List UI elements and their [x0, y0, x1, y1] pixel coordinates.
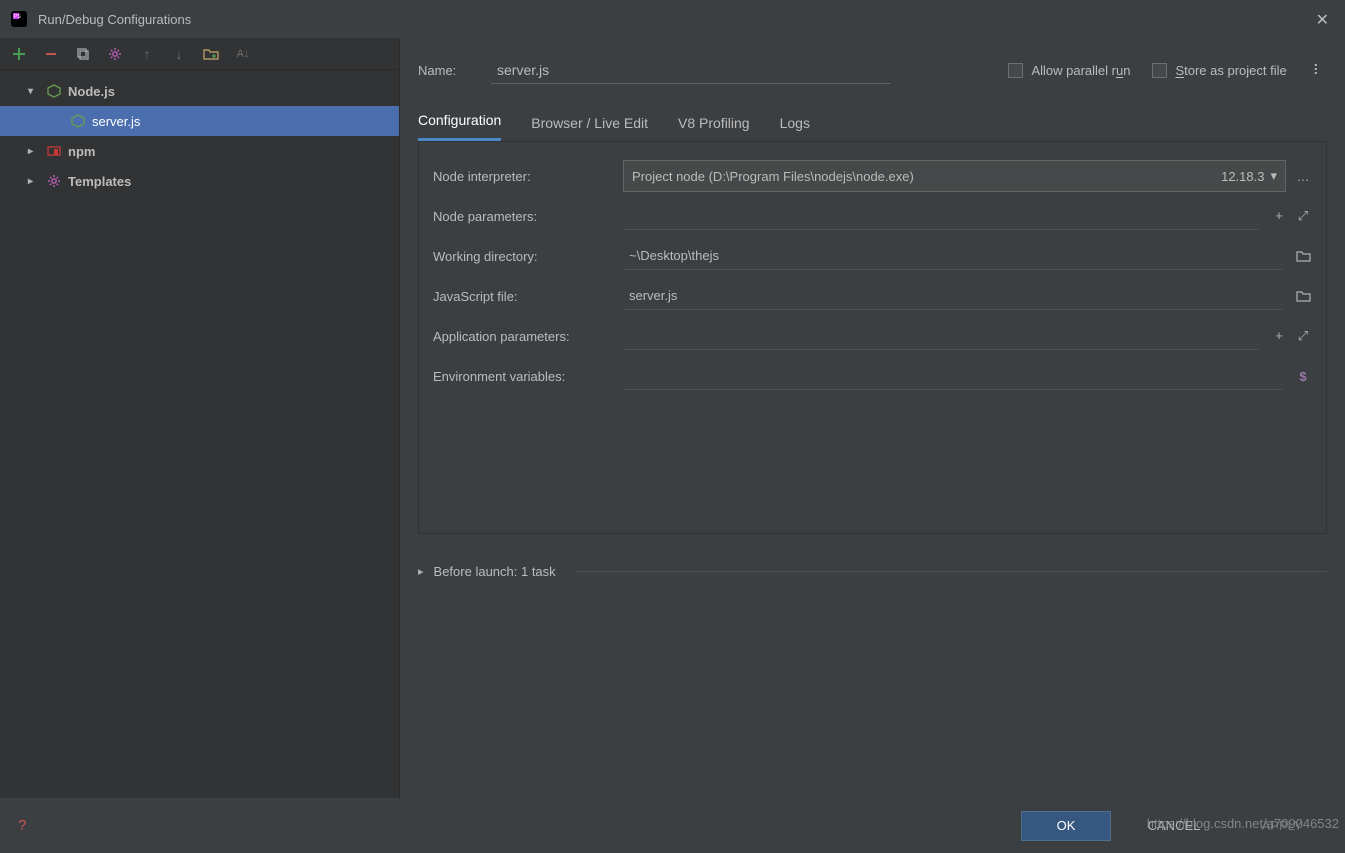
add-macro-icon[interactable]: +: [1270, 208, 1288, 224]
tabs: Configuration Browser / Live Edit V8 Pro…: [418, 102, 1327, 142]
tab-v8-profiling[interactable]: V8 Profiling: [678, 115, 750, 141]
node-interpreter-label: Node interpreter:: [433, 169, 613, 184]
env-vars-dialog-icon[interactable]: $: [1294, 369, 1312, 384]
tab-browser-live-edit[interactable]: Browser / Live Edit: [531, 115, 648, 141]
tab-configuration[interactable]: Configuration: [418, 112, 501, 141]
tree-node-npm[interactable]: ▸ npm: [0, 136, 399, 166]
tree-node-serverjs[interactable]: server.js: [0, 106, 399, 136]
application-parameters-input[interactable]: [623, 322, 1258, 350]
gear-icon: [44, 174, 64, 188]
chevron-right-icon: ▸: [418, 565, 424, 578]
configuration-panel: Node interpreter: Project node (D:\Progr…: [418, 142, 1327, 534]
store-project-file-label: Store as project file: [1175, 63, 1286, 78]
working-directory-input[interactable]: [623, 242, 1282, 270]
sidebar: ↑ ↓ A↓ ▾ Node.js server.js: [0, 38, 400, 798]
expand-icon[interactable]: ⤢: [1294, 208, 1312, 224]
more-options-icon[interactable]: ⠇: [1309, 62, 1327, 79]
help-icon[interactable]: ?: [18, 817, 26, 834]
allow-parallel-label: Allow parallel run: [1031, 63, 1130, 78]
window-title: Run/Debug Configurations: [38, 12, 191, 27]
sort-button[interactable]: A↓: [234, 45, 252, 63]
checkbox-box: [1008, 63, 1023, 78]
javascript-file-row: JavaScript file:: [433, 276, 1312, 316]
browse-folder-icon[interactable]: [1294, 290, 1312, 302]
config-tree: ▾ Node.js server.js ▸ npm: [0, 70, 399, 196]
content-panel: Name: Allow parallel run Store as projec…: [400, 38, 1345, 798]
before-launch-label: Before launch: 1 task: [434, 564, 556, 579]
chevron-right-icon: ▸: [28, 146, 44, 157]
javascript-file-label: JavaScript file:: [433, 289, 613, 304]
config-name-input[interactable]: [491, 56, 891, 84]
titlebar: PS Run/Debug Configurations ✕: [0, 0, 1345, 38]
node-interpreter-value: Project node (D:\Program Files\nodejs\no…: [632, 169, 914, 184]
copy-config-button[interactable]: [74, 45, 92, 63]
divider: [576, 571, 1327, 572]
npm-icon: [44, 144, 64, 158]
browse-folder-icon[interactable]: [1294, 250, 1312, 262]
environment-variables-row: Environment variables: $: [433, 356, 1312, 396]
node-interpreter-dropdown[interactable]: Project node (D:\Program Files\nodejs\no…: [623, 160, 1286, 192]
tree-label: Templates: [64, 174, 399, 189]
node-version-chip: 12.18.3 ▾: [1221, 168, 1277, 184]
expand-icon[interactable]: ⤢: [1294, 328, 1312, 344]
close-icon[interactable]: ✕: [1316, 10, 1329, 30]
browse-interpreter-button[interactable]: …: [1294, 169, 1312, 184]
tree-label: Node.js: [64, 84, 399, 99]
environment-variables-label: Environment variables:: [433, 369, 613, 384]
tree-label: npm: [64, 144, 399, 159]
add-config-button[interactable]: [10, 45, 28, 63]
tab-logs[interactable]: Logs: [780, 115, 810, 141]
name-row: Name: Allow parallel run Store as projec…: [418, 48, 1327, 92]
move-down-button[interactable]: ↓: [170, 45, 188, 63]
node-parameters-input[interactable]: [623, 202, 1258, 230]
working-directory-label: Working directory:: [433, 249, 613, 264]
chevron-right-icon: ▸: [28, 176, 44, 187]
store-project-file-checkbox[interactable]: Store as project file: [1152, 63, 1286, 78]
javascript-file-input[interactable]: [623, 282, 1282, 310]
add-macro-icon[interactable]: +: [1270, 328, 1288, 344]
tree-node-templates[interactable]: ▸ Templates: [0, 166, 399, 196]
nodejs-icon: [68, 114, 88, 128]
node-parameters-label: Node parameters:: [433, 209, 613, 224]
working-directory-row: Working directory:: [433, 236, 1312, 276]
chevron-down-icon: ▾: [28, 86, 44, 97]
remove-config-button[interactable]: [42, 45, 60, 63]
before-launch-section[interactable]: ▸ Before launch: 1 task: [418, 564, 1327, 579]
environment-variables-input[interactable]: [623, 362, 1282, 390]
allow-parallel-checkbox[interactable]: Allow parallel run: [1008, 63, 1130, 78]
watermark: https://blog.csdn.net/a709046532: [1147, 816, 1339, 831]
svg-text:PS: PS: [14, 14, 21, 20]
checkbox-box: [1152, 63, 1167, 78]
application-parameters-row: Application parameters: + ⤢: [433, 316, 1312, 356]
new-folder-button[interactable]: [202, 45, 220, 63]
move-up-button[interactable]: ↑: [138, 45, 156, 63]
application-parameters-label: Application parameters:: [433, 329, 613, 344]
sidebar-toolbar: ↑ ↓ A↓: [0, 38, 399, 70]
nodejs-icon: [44, 84, 64, 98]
node-parameters-row: Node parameters: + ⤢: [433, 196, 1312, 236]
tree-node-nodejs[interactable]: ▾ Node.js: [0, 76, 399, 106]
node-interpreter-row: Node interpreter: Project node (D:\Progr…: [433, 156, 1312, 196]
chevron-down-icon: ▾: [1270, 168, 1277, 184]
tree-label: server.js: [88, 114, 399, 129]
app-icon: PS: [10, 10, 28, 28]
ok-button[interactable]: OK: [1021, 811, 1111, 841]
footer: ? OK CANCEL APPLY: [0, 798, 1345, 853]
settings-button[interactable]: [106, 45, 124, 63]
name-label: Name:: [418, 63, 473, 78]
